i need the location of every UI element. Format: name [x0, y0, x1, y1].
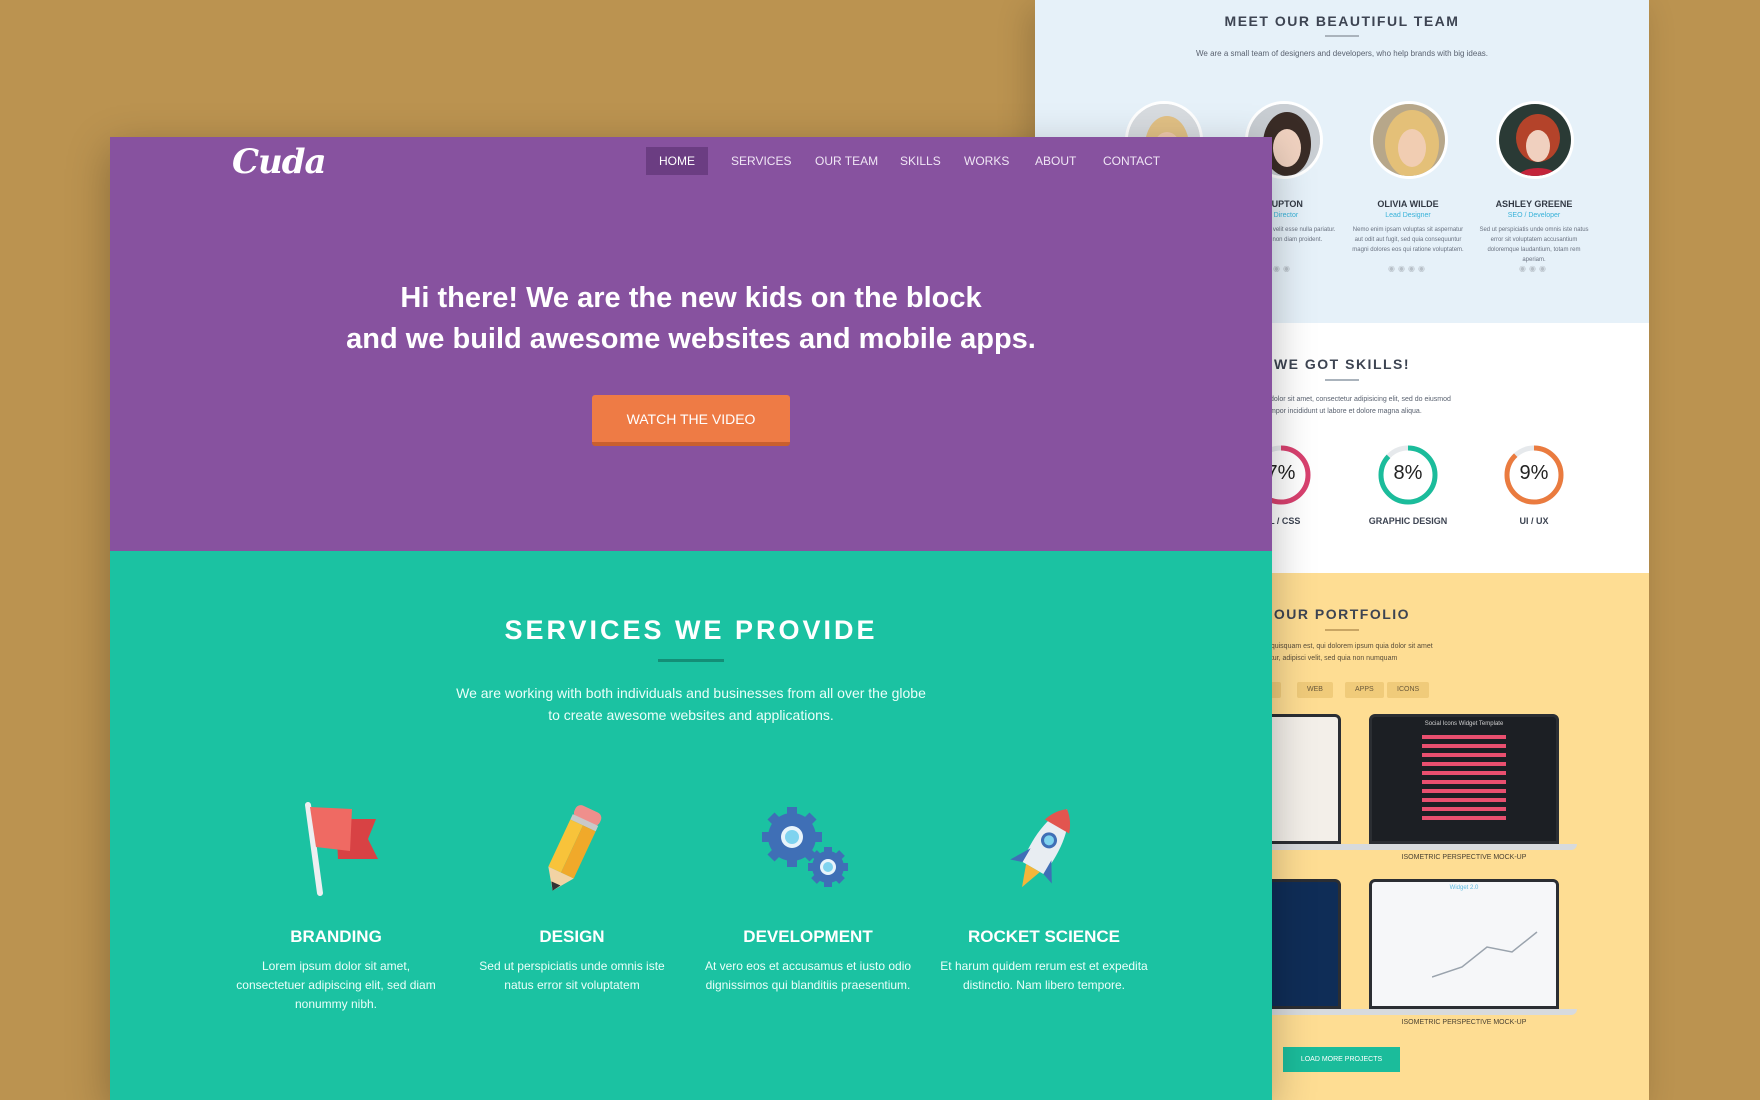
load-more-button[interactable]: LOAD MORE PROJECTS: [1283, 1047, 1400, 1072]
service-name: DESIGN: [539, 927, 605, 946]
skills-title-rule: [1325, 379, 1359, 381]
service-name: ROCKET SCIENCE: [967, 927, 1121, 946]
portfolio-title-rule: [1325, 629, 1359, 631]
main-page: Cuda HOME SERVICES OUR TEAM SKILLS WORKS…: [110, 137, 1272, 1100]
screen-title: Social Icons Widget Template: [1424, 721, 1504, 727]
services-section: SERVICES WE PROVIDE We are working with …: [110, 551, 1272, 1100]
laptop-base: [1351, 844, 1577, 850]
services-subtitle: We are working with both individuals and…: [456, 685, 926, 723]
avatar: [1370, 101, 1448, 179]
service-description: Et harum quidem rerum est et expedita di…: [940, 959, 1148, 992]
team-title: MEET OUR BEAUTIFUL TEAM: [1224, 13, 1460, 29]
portfolio-subtitle: o quisquam est, qui dolorem ipsum quia d…: [1265, 641, 1535, 665]
skill-label: GRAPHIC DESIGN: [1368, 516, 1448, 526]
services-title: SERVICES WE PROVIDE: [504, 615, 878, 645]
services-title-rule: [658, 659, 724, 662]
screen-widget-preview: [1422, 735, 1506, 821]
skills-subtitle: dolor sit amet, consectetur adipisicing …: [1270, 394, 1540, 418]
hero-section: Cuda HOME SERVICES OUR TEAM SKILLS WORKS…: [110, 137, 1272, 551]
nav-about[interactable]: ABOUT: [1022, 147, 1089, 175]
service-description: At vero eos et accusamus et iusto odio d…: [704, 959, 912, 992]
hero-headline-line: and we build awesome websites and mobile…: [346, 323, 1036, 355]
member-bio: Sed ut perspiciatis unde omnis iste natu…: [1479, 227, 1589, 263]
member-bio: Nemo enim ipsam voluptas sit aspernatur …: [1352, 227, 1464, 253]
logo[interactable]: Cuda: [232, 142, 327, 182]
facebook-icon[interactable]: ◉: [1388, 264, 1398, 273]
member-name: OLIVIA WILDE: [1377, 199, 1439, 209]
portrait-image: [1499, 104, 1571, 176]
skills-subtitle-line: dolor sit amet, consectetur adipisicing …: [1270, 396, 1451, 403]
skills-subtitle-line: mpor incididunt ut labore et dolore magn…: [1270, 408, 1422, 415]
linkedin-icon[interactable]: ◉: [1273, 264, 1283, 273]
nav-home[interactable]: HOME: [646, 147, 708, 175]
project-screen: Widget 2.0: [1369, 879, 1559, 1009]
rocket-icon: [1010, 809, 1071, 888]
skill-label: UI / UX: [1519, 516, 1549, 526]
flag-icon: [305, 802, 378, 896]
nav-our-team[interactable]: OUR TEAM: [802, 147, 891, 175]
portrait-image: [1373, 104, 1445, 176]
portfolio-subtitle-line: tetur, adipisci velit, sed quia non numq…: [1265, 655, 1398, 662]
twitter-icon[interactable]: ◉: [1398, 264, 1408, 273]
project-screen: Social Icons Widget Template: [1369, 714, 1559, 844]
email-icon[interactable]: ◉: [1418, 264, 1428, 273]
skill-percent: 8%: [1393, 462, 1423, 484]
hero-headline: Hi there! We are the new kids on the blo…: [110, 278, 1272, 360]
avatar: [1496, 101, 1574, 179]
team-subtitle: We are a small team of designers and dev…: [1195, 49, 1488, 58]
portfolio-subtitle-line: o quisquam est, qui dolorem ipsum quia d…: [1265, 643, 1433, 650]
project-label: ISOMETRIC PERSPECTIVE MOCK-UP: [1401, 854, 1527, 861]
facebook-icon[interactable]: ◉: [1519, 264, 1529, 273]
service-description: Sed ut perspiciatis unde omnis iste natu…: [479, 959, 665, 992]
member-name: ASHLEY GREENE: [1495, 199, 1573, 209]
hero-headline-line: Hi there! We are the new kids on the blo…: [400, 282, 982, 314]
gears-icon: [762, 807, 848, 887]
social-icons: ◉◉◉◉: [1348, 264, 1468, 273]
nav-services[interactable]: SERVICES: [718, 147, 804, 175]
screen-title: Widget 2.0: [1449, 885, 1479, 891]
nav-skills[interactable]: SKILLS: [887, 147, 954, 175]
linkedin-icon[interactable]: ◉: [1408, 264, 1418, 273]
social-icons: ◉◉◉: [1474, 264, 1594, 273]
service-description: Lorem ipsum dolor sit amet, consectetuer…: [236, 959, 436, 1011]
twitter-icon[interactable]: ◉: [1529, 264, 1539, 273]
watch-video-button[interactable]: WATCH THE VIDEO: [592, 395, 790, 446]
service-name: DEVELOPMENT: [743, 927, 873, 946]
email-icon[interactable]: ◉: [1539, 264, 1549, 273]
nav-works[interactable]: WORKS: [951, 147, 1022, 175]
service-name: BRANDING: [290, 927, 382, 946]
filter-apps[interactable]: APPS: [1345, 682, 1384, 698]
filter-web[interactable]: WEB: [1297, 682, 1333, 698]
filter-icons[interactable]: ICONS: [1387, 682, 1430, 698]
project-label: ISOMETRIC PERSPECTIVE MOCK-UP: [1401, 1019, 1527, 1026]
member-role: Lead Designer: [1385, 212, 1431, 219]
member-role: SEO / Developer: [1507, 212, 1561, 219]
nav-contact[interactable]: CONTACT: [1090, 147, 1173, 175]
pencil-icon: [548, 805, 602, 891]
laptop-base: [1351, 1009, 1577, 1015]
skill-percent: 9%: [1519, 462, 1549, 484]
screen-line-chart: [1432, 931, 1538, 978]
team-title-rule: [1325, 35, 1359, 37]
email-icon[interactable]: ◉: [1283, 264, 1293, 273]
